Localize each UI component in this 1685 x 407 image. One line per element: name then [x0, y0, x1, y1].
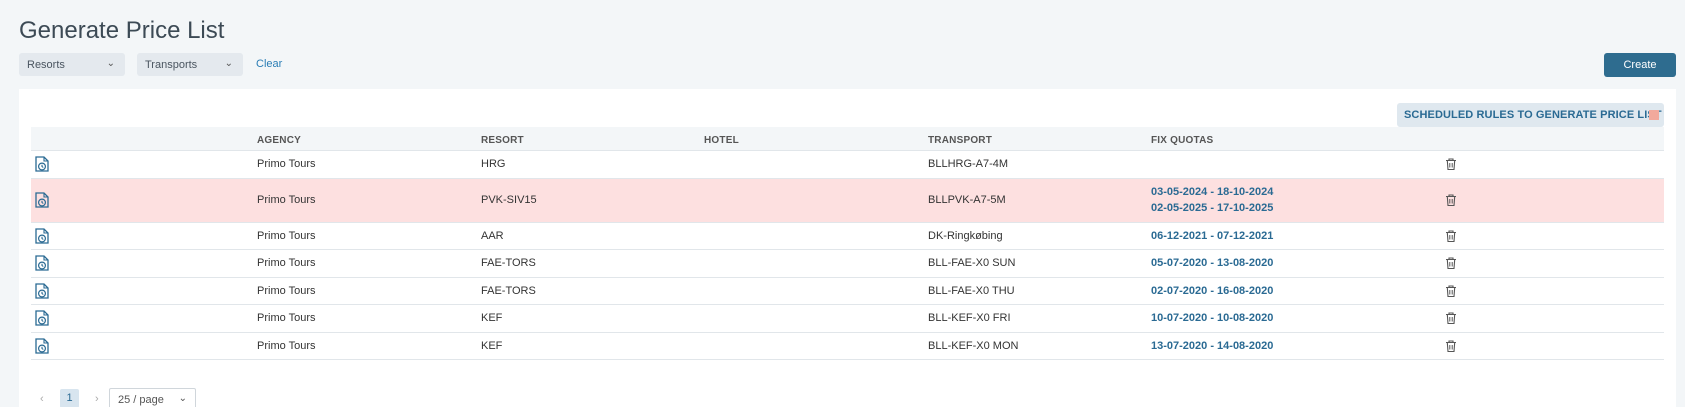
resorts-filter[interactable]: Resorts ⌄ — [19, 53, 125, 76]
cell-fix-quotas: 13-07-2020 - 14-08-2020 — [1151, 338, 1273, 354]
schedule-document-icon[interactable] — [34, 192, 50, 209]
schedule-document-icon[interactable] — [34, 337, 50, 354]
cell-transport: BLL-KEF-X0 FRI — [928, 312, 1011, 325]
column-header-resort: RESORT — [481, 135, 524, 146]
cell-agency: Primo Tours — [257, 339, 316, 352]
quota-line-1: 02-07-2020 - 16-08-2020 — [1151, 284, 1274, 297]
next-page-button[interactable]: › — [95, 393, 99, 405]
price-list-panel: SCHEDULED RULES TO GENERATE PRICE LIST A… — [19, 89, 1676, 407]
quota-line-1: 10-07-2020 - 10-08-2020 — [1151, 312, 1274, 325]
schedule-document-icon[interactable] — [34, 156, 50, 173]
cell-transport: BLLHRG-A7-4M — [928, 158, 1009, 171]
page-title: Generate Price List — [19, 17, 225, 44]
cell-fix-quotas: 06-12-2021 - 07-12-2021 — [1151, 228, 1273, 244]
cell-transport: BLL-FAE-X0 THU — [928, 284, 1015, 297]
quota-line-1: 05-07-2020 - 13-08-2020 — [1151, 257, 1274, 270]
cell-fix-quotas: 03-05-2024 - 18-10-2024 02-05-2025 - 17-1… — [1151, 184, 1273, 216]
column-header-fix-quotas: FIX QUOTAS — [1151, 135, 1214, 146]
table-row: Primo Tours FAE-TORS BLL-FAE-X0 THU 02-0… — [31, 278, 1664, 305]
schedule-document-icon[interactable] — [34, 255, 50, 272]
chevron-down-icon: ⌄ — [178, 393, 187, 404]
cell-transport: BLL-FAE-X0 SUN — [928, 257, 1016, 270]
prev-page-button[interactable]: ‹ — [40, 393, 44, 405]
table-row: Primo Tours KEF BLL-KEF-X0 MON 13-07-202… — [31, 333, 1664, 360]
resorts-filter-label: Resorts — [27, 59, 65, 71]
cell-fix-quotas: 10-07-2020 - 10-08-2020 — [1151, 310, 1273, 326]
cell-resort: KEF — [481, 312, 503, 325]
trash-icon[interactable] — [1444, 284, 1458, 298]
quota-line-2: 02-05-2025 - 17-10-2025 — [1151, 202, 1274, 214]
cell-agency: Primo Tours — [257, 312, 316, 325]
chevron-down-icon: ⌄ — [106, 58, 115, 69]
page-1-button[interactable]: 1 — [60, 389, 79, 407]
cell-resort: AAR — [481, 229, 504, 242]
create-button[interactable]: Create — [1604, 53, 1676, 77]
scheduled-rules-badge[interactable]: SCHEDULED RULES TO GENERATE PRICE LIST — [1397, 103, 1664, 127]
rules-table: AGENCY RESORT HOTEL TRANSPORT FIX QUOTAS… — [31, 127, 1664, 360]
trash-icon[interactable] — [1444, 339, 1458, 353]
cell-agency: Primo Tours — [257, 229, 316, 242]
trash-icon[interactable] — [1444, 229, 1458, 243]
scheduled-rules-label: SCHEDULED RULES TO GENERATE PRICE LIST — [1404, 109, 1662, 121]
table-row: Primo Tours HRG BLLHRG-A7-4M — [31, 151, 1664, 179]
cell-resort: KEF — [481, 339, 503, 352]
trash-icon[interactable] — [1444, 157, 1458, 171]
color-swatch — [1649, 110, 1659, 120]
schedule-document-icon[interactable] — [34, 310, 50, 327]
cell-agency: Primo Tours — [257, 194, 316, 206]
cell-transport: DK-Ringkøbing — [928, 229, 1003, 242]
quota-line-1: 13-07-2020 - 14-08-2020 — [1151, 339, 1274, 352]
cell-fix-quotas: 02-07-2020 - 16-08-2020 — [1151, 283, 1273, 299]
page-size-label: 25 / page — [118, 394, 164, 406]
trash-icon[interactable] — [1444, 311, 1458, 325]
clear-link[interactable]: Clear — [256, 58, 282, 70]
schedule-document-icon[interactable] — [34, 282, 50, 299]
cell-agency: Primo Tours — [257, 158, 316, 171]
quota-line-1: 06-12-2021 - 07-12-2021 — [1151, 229, 1274, 242]
column-header-transport: TRANSPORT — [928, 135, 993, 146]
cell-resort: PVK-SIV15 — [481, 194, 537, 206]
transports-filter-label: Transports — [145, 59, 198, 71]
chevron-down-icon: ⌄ — [224, 58, 233, 69]
cell-fix-quotas: 05-07-2020 - 13-08-2020 — [1151, 255, 1273, 271]
trash-icon[interactable] — [1444, 256, 1458, 270]
trash-icon[interactable] — [1444, 193, 1458, 207]
cell-resort: FAE-TORS — [481, 284, 536, 297]
table-header: AGENCY RESORT HOTEL TRANSPORT FIX QUOTAS — [31, 127, 1664, 151]
cell-agency: Primo Tours — [257, 257, 316, 270]
column-header-hotel: HOTEL — [704, 135, 739, 146]
table-row: Primo Tours PVK-SIV15 BLLPVK-A7-5M 03-05… — [31, 178, 1664, 223]
page-size-select[interactable]: 25 / page ⌄ — [109, 388, 196, 407]
quota-line-1: 03-05-2024 - 18-10-2024 — [1151, 186, 1274, 198]
cell-transport: BLLPVK-A7-5M — [928, 194, 1006, 206]
table-row: Primo Tours KEF BLL-KEF-X0 FRI 10-07-202… — [31, 305, 1664, 333]
cell-agency: Primo Tours — [257, 284, 316, 297]
table-row: Primo Tours AAR DK-Ringkøbing 06-12-2021… — [31, 223, 1664, 250]
cell-transport: BLL-KEF-X0 MON — [928, 339, 1019, 352]
schedule-document-icon[interactable] — [34, 227, 50, 244]
cell-resort: FAE-TORS — [481, 257, 536, 270]
cell-resort: HRG — [481, 158, 506, 171]
transports-filter[interactable]: Transports ⌄ — [137, 53, 243, 76]
column-header-agency: AGENCY — [257, 135, 301, 146]
table-row: Primo Tours FAE-TORS BLL-FAE-X0 SUN 05-0… — [31, 250, 1664, 278]
